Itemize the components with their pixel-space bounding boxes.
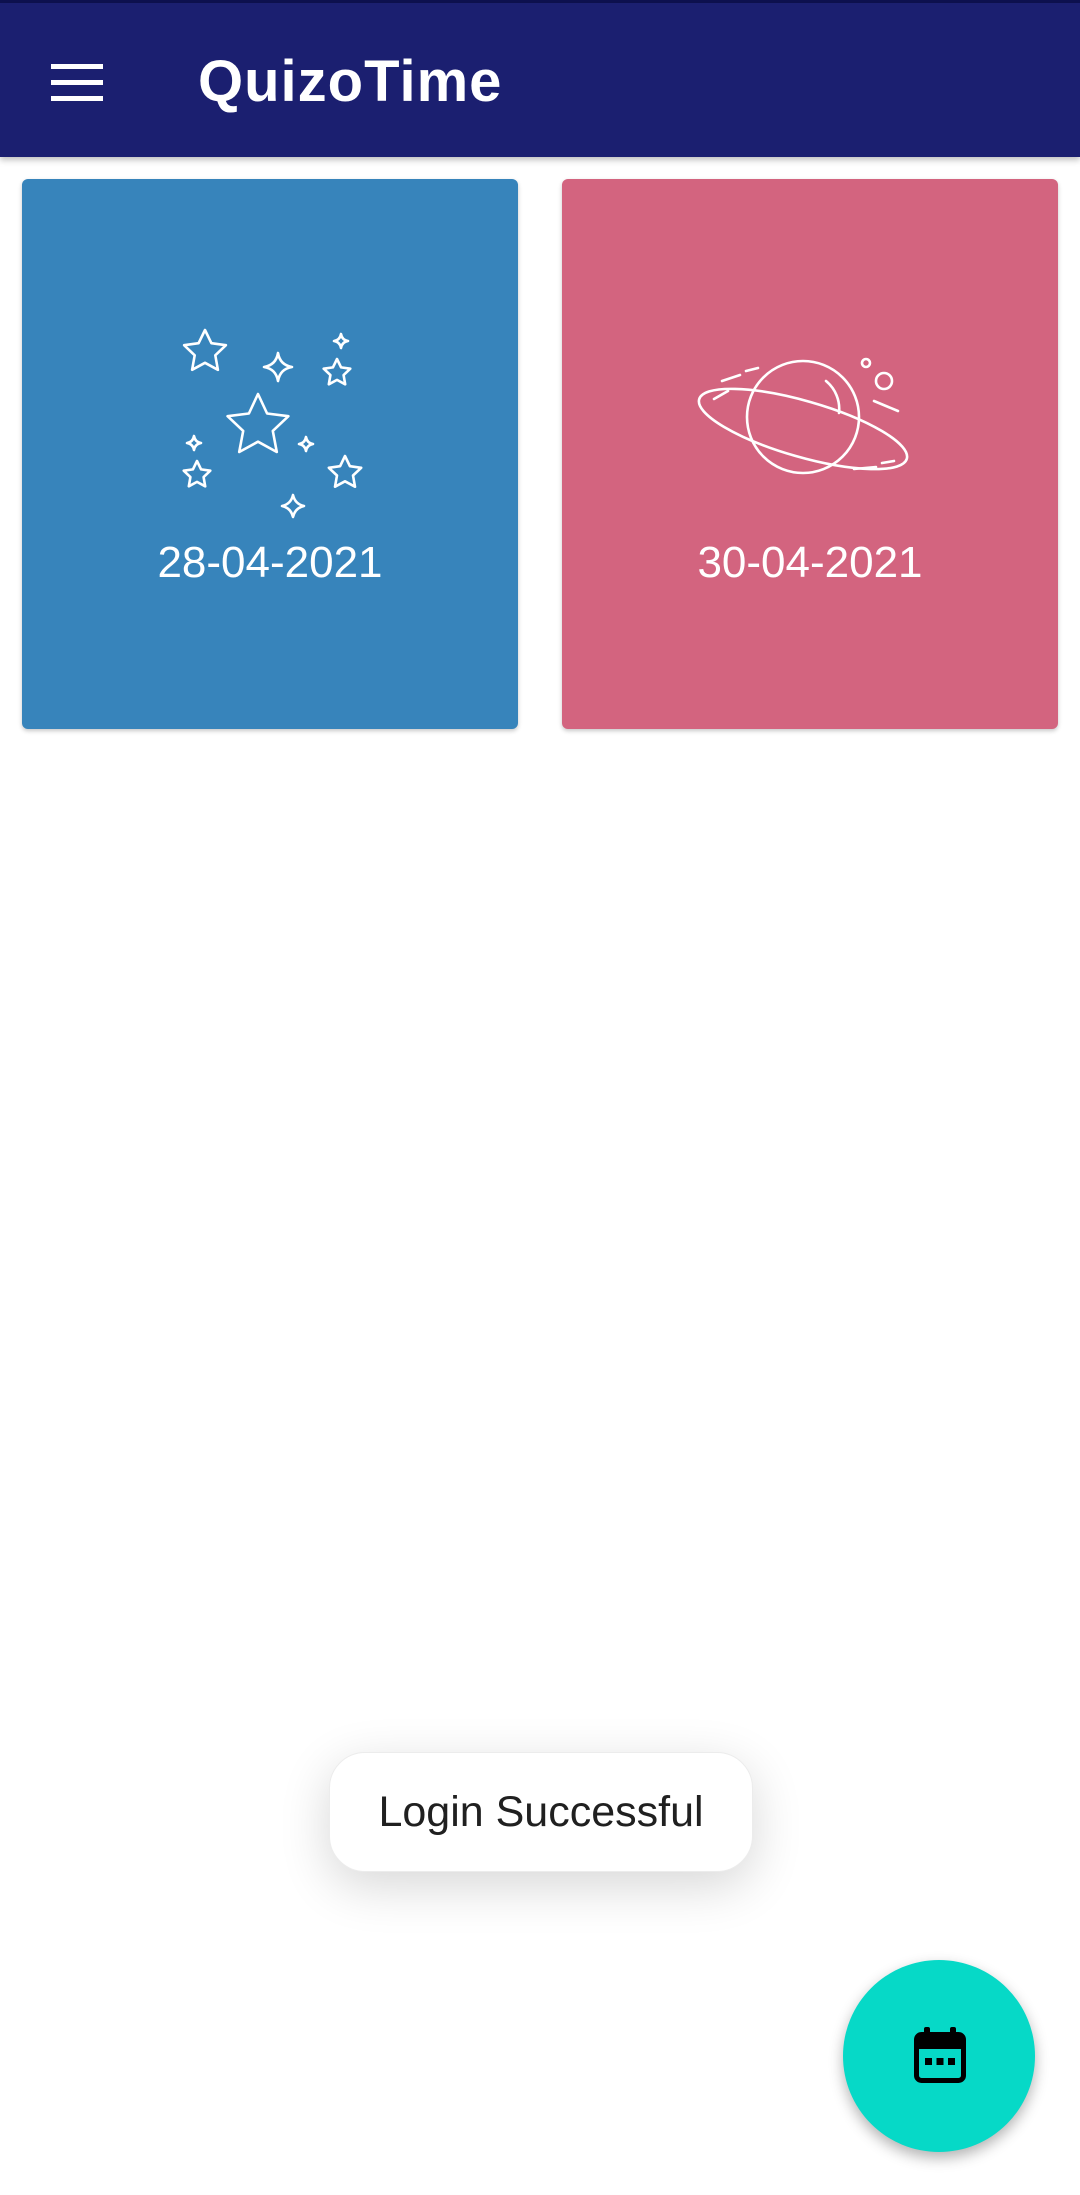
app-bar: QuizoTime <box>0 3 1080 157</box>
calendar-icon <box>914 2027 966 2083</box>
quiz-card-date: 30-04-2021 <box>697 538 923 587</box>
quiz-card-2[interactable]: 30-04-2021 <box>562 179 1058 729</box>
quiz-card-1[interactable]: 28-04-2021 <box>22 179 518 729</box>
toast-message: Login Successful <box>378 1787 704 1836</box>
calendar-fab-button[interactable] <box>843 1960 1035 2152</box>
login-toast: Login Successful <box>329 1752 753 1872</box>
app-title: QuizoTime <box>198 49 503 114</box>
quiz-card-date: 28-04-2021 <box>157 538 383 587</box>
menu-button[interactable] <box>28 31 126 129</box>
planet-icon <box>697 357 909 475</box>
stars-icon <box>182 328 363 519</box>
hamburger-menu-icon <box>51 64 103 101</box>
